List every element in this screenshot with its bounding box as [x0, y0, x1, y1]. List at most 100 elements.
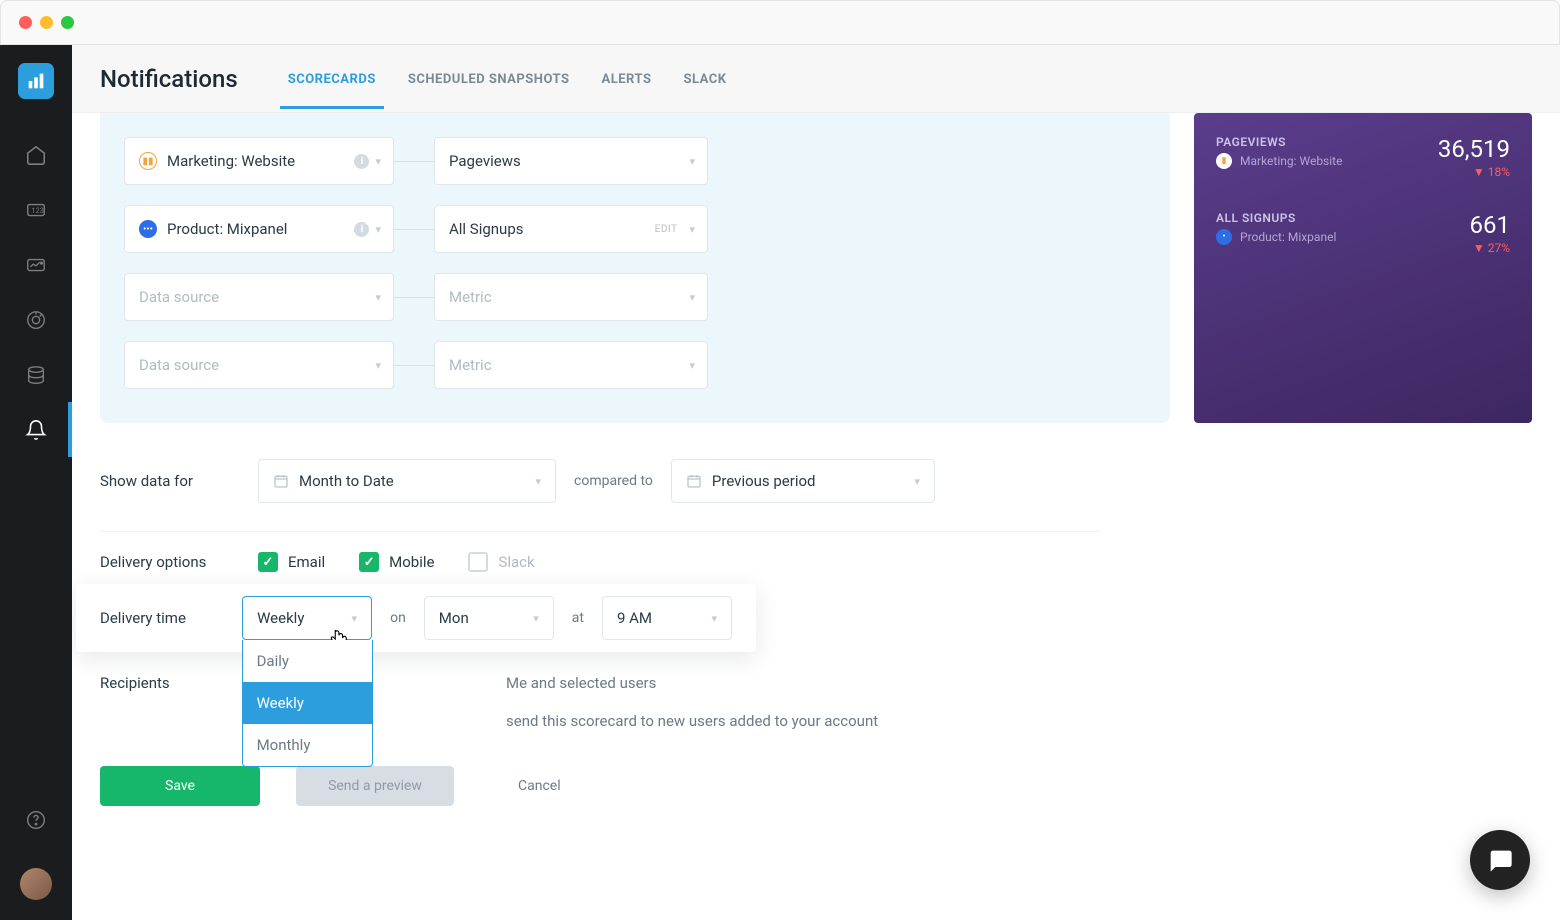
- metric-select-empty[interactable]: Metric ▾: [434, 341, 708, 389]
- metric-row-empty-2: Data source ▾ Metric ▾: [124, 341, 1146, 389]
- tab-scheduled-snapshots[interactable]: SCHEDULED SNAPSHOTS: [408, 48, 570, 109]
- time-value: 9 AM: [617, 609, 652, 627]
- chevron-down-icon: ▾: [375, 155, 381, 168]
- at-label: at: [572, 610, 584, 626]
- connector-line: [394, 297, 434, 298]
- user-avatar[interactable]: [20, 868, 52, 900]
- nav-goals[interactable]: [0, 292, 72, 347]
- show-data-row: Show data for Month to Date ▾ compared t…: [100, 447, 1100, 515]
- metric-label: Pageviews: [449, 152, 521, 170]
- chevron-down-icon: ▾: [533, 612, 539, 625]
- app-logo[interactable]: [18, 63, 54, 99]
- frequency-value: Weekly: [257, 609, 304, 627]
- metric-select-1[interactable]: Pageviews ▾: [434, 137, 708, 185]
- recipients-label: Recipients: [100, 674, 258, 692]
- preview-metric-signups: ALL SIGNUPS • Product: Mixpanel 661 ▼ 27…: [1216, 211, 1510, 261]
- footer-buttons: Save Send a preview Cancel: [100, 766, 1100, 806]
- metric-row-1: ▮▮ Marketing: Website i▾ Pageviews ▾: [124, 137, 1146, 185]
- window-maximize-icon[interactable]: [61, 16, 74, 29]
- preview-title: ALL SIGNUPS: [1216, 211, 1510, 225]
- frequency-option-daily[interactable]: Daily: [243, 640, 372, 682]
- nav-metrics[interactable]: [0, 237, 72, 292]
- metric-row-empty-1: Data source ▾ Metric ▾: [124, 273, 1146, 321]
- nav-home[interactable]: [0, 127, 72, 182]
- calendar-icon: [686, 473, 702, 489]
- info-icon[interactable]: i: [354, 222, 369, 237]
- google-analytics-icon: ▮: [1216, 153, 1232, 169]
- preview-metric-pageviews: PAGEVIEWS ▮ Marketing: Website 36,519 ▼ …: [1216, 135, 1510, 185]
- window-minimize-icon[interactable]: [40, 16, 53, 29]
- nav-help[interactable]: [0, 810, 72, 830]
- source-select-empty[interactable]: Data source ▾: [124, 273, 394, 321]
- chevron-down-icon: ▾: [375, 359, 381, 372]
- metric-row-2: ••• Product: Mixpanel i ▾ All Signups EDI…: [124, 205, 1146, 253]
- source-select-1[interactable]: ▮▮ Marketing: Website i▾: [124, 137, 394, 185]
- time-select[interactable]: 9 AM ▾: [602, 596, 732, 640]
- window-close-icon[interactable]: [19, 16, 32, 29]
- chevron-down-icon: ▾: [375, 223, 381, 236]
- scorecard-preview: PAGEVIEWS ▮ Marketing: Website 36,519 ▼ …: [1194, 113, 1532, 423]
- compared-select[interactable]: Previous period ▾: [671, 459, 935, 503]
- chevron-down-icon: ▾: [711, 612, 717, 625]
- source-label: Product: Mixpanel: [167, 220, 287, 238]
- nav-dashboards[interactable]: 123: [0, 182, 72, 237]
- page-header: Notifications SCORECARDS SCHEDULED SNAPS…: [72, 45, 1560, 113]
- connector-line: [394, 365, 434, 366]
- svg-text:123: 123: [31, 205, 43, 214]
- chevron-down-icon: ▾: [535, 475, 541, 488]
- compared-label: compared to: [574, 473, 653, 489]
- period-select[interactable]: Month to Date ▾: [258, 459, 556, 503]
- info-icon[interactable]: i: [354, 154, 369, 169]
- window-titlebar: [0, 0, 1560, 45]
- chevron-down-icon: ▾: [689, 223, 695, 236]
- calendar-icon: [273, 473, 289, 489]
- day-value: Mon: [439, 609, 469, 627]
- tab-scorecards[interactable]: SCORECARDS: [288, 48, 376, 109]
- source-placeholder: Data source: [139, 288, 219, 306]
- source-select-empty[interactable]: Data source ▾: [124, 341, 394, 389]
- checkbox-slack[interactable]: [468, 552, 488, 572]
- nav-sidebar: 123: [0, 45, 72, 920]
- source-select-2[interactable]: ••• Product: Mixpanel i ▾: [124, 205, 394, 253]
- metric-label: All Signups: [449, 220, 524, 238]
- tab-slack[interactable]: SLACK: [683, 48, 726, 109]
- cancel-button[interactable]: Cancel: [490, 766, 589, 806]
- show-data-label: Show data for: [100, 472, 258, 490]
- checkbox-slack-label: Slack: [498, 553, 534, 571]
- tab-alerts[interactable]: ALERTS: [601, 48, 651, 109]
- frequency-option-weekly[interactable]: Weekly: [243, 682, 372, 724]
- chevron-down-icon: ▾: [689, 291, 695, 304]
- nav-data[interactable]: [0, 347, 72, 402]
- preview-source: Product: Mixpanel: [1240, 230, 1336, 244]
- nav-notifications[interactable]: [0, 402, 72, 457]
- divider: [100, 531, 1100, 532]
- on-label: on: [390, 610, 406, 626]
- metrics-panel: ▮▮ Marketing: Website i▾ Pageviews ▾ •••: [100, 113, 1170, 423]
- chevron-down-icon: ▾: [689, 359, 695, 372]
- metric-select-empty[interactable]: Metric ▾: [434, 273, 708, 321]
- send-preview-button[interactable]: Send a preview: [296, 766, 454, 806]
- frequency-option-monthly[interactable]: Monthly: [243, 724, 372, 766]
- metric-placeholder: Metric: [449, 356, 492, 374]
- chevron-down-icon: ▾: [352, 612, 358, 625]
- save-button[interactable]: Save: [100, 766, 260, 806]
- delivery-time-label: Delivery time: [100, 609, 242, 627]
- header-tabs: SCORECARDS SCHEDULED SNAPSHOTS ALERTS SL…: [288, 48, 727, 109]
- frequency-select[interactable]: Weekly ▾ Daily Weekly Monthly: [242, 596, 372, 640]
- mixpanel-icon: •••: [139, 220, 157, 238]
- frequency-dropdown: Daily Weekly Monthly: [242, 640, 373, 767]
- metric-select-2[interactable]: All Signups EDIT ▾: [434, 205, 708, 253]
- checkbox-mobile[interactable]: [359, 552, 379, 572]
- checkbox-mobile-label: Mobile: [389, 553, 434, 571]
- source-label: Marketing: Website: [167, 152, 295, 170]
- checkbox-email[interactable]: [258, 552, 278, 572]
- day-select[interactable]: Mon ▾: [424, 596, 554, 640]
- intercom-launcher[interactable]: [1470, 830, 1530, 890]
- preview-value: 36,519: [1438, 135, 1510, 163]
- compared-value: Previous period: [712, 472, 816, 490]
- source-placeholder: Data source: [139, 356, 219, 374]
- edit-link[interactable]: EDIT: [655, 224, 678, 235]
- chevron-down-icon: ▾: [375, 291, 381, 304]
- checkbox-email-label: Email: [288, 553, 325, 571]
- recipients-who: Me and selected users: [506, 674, 656, 692]
